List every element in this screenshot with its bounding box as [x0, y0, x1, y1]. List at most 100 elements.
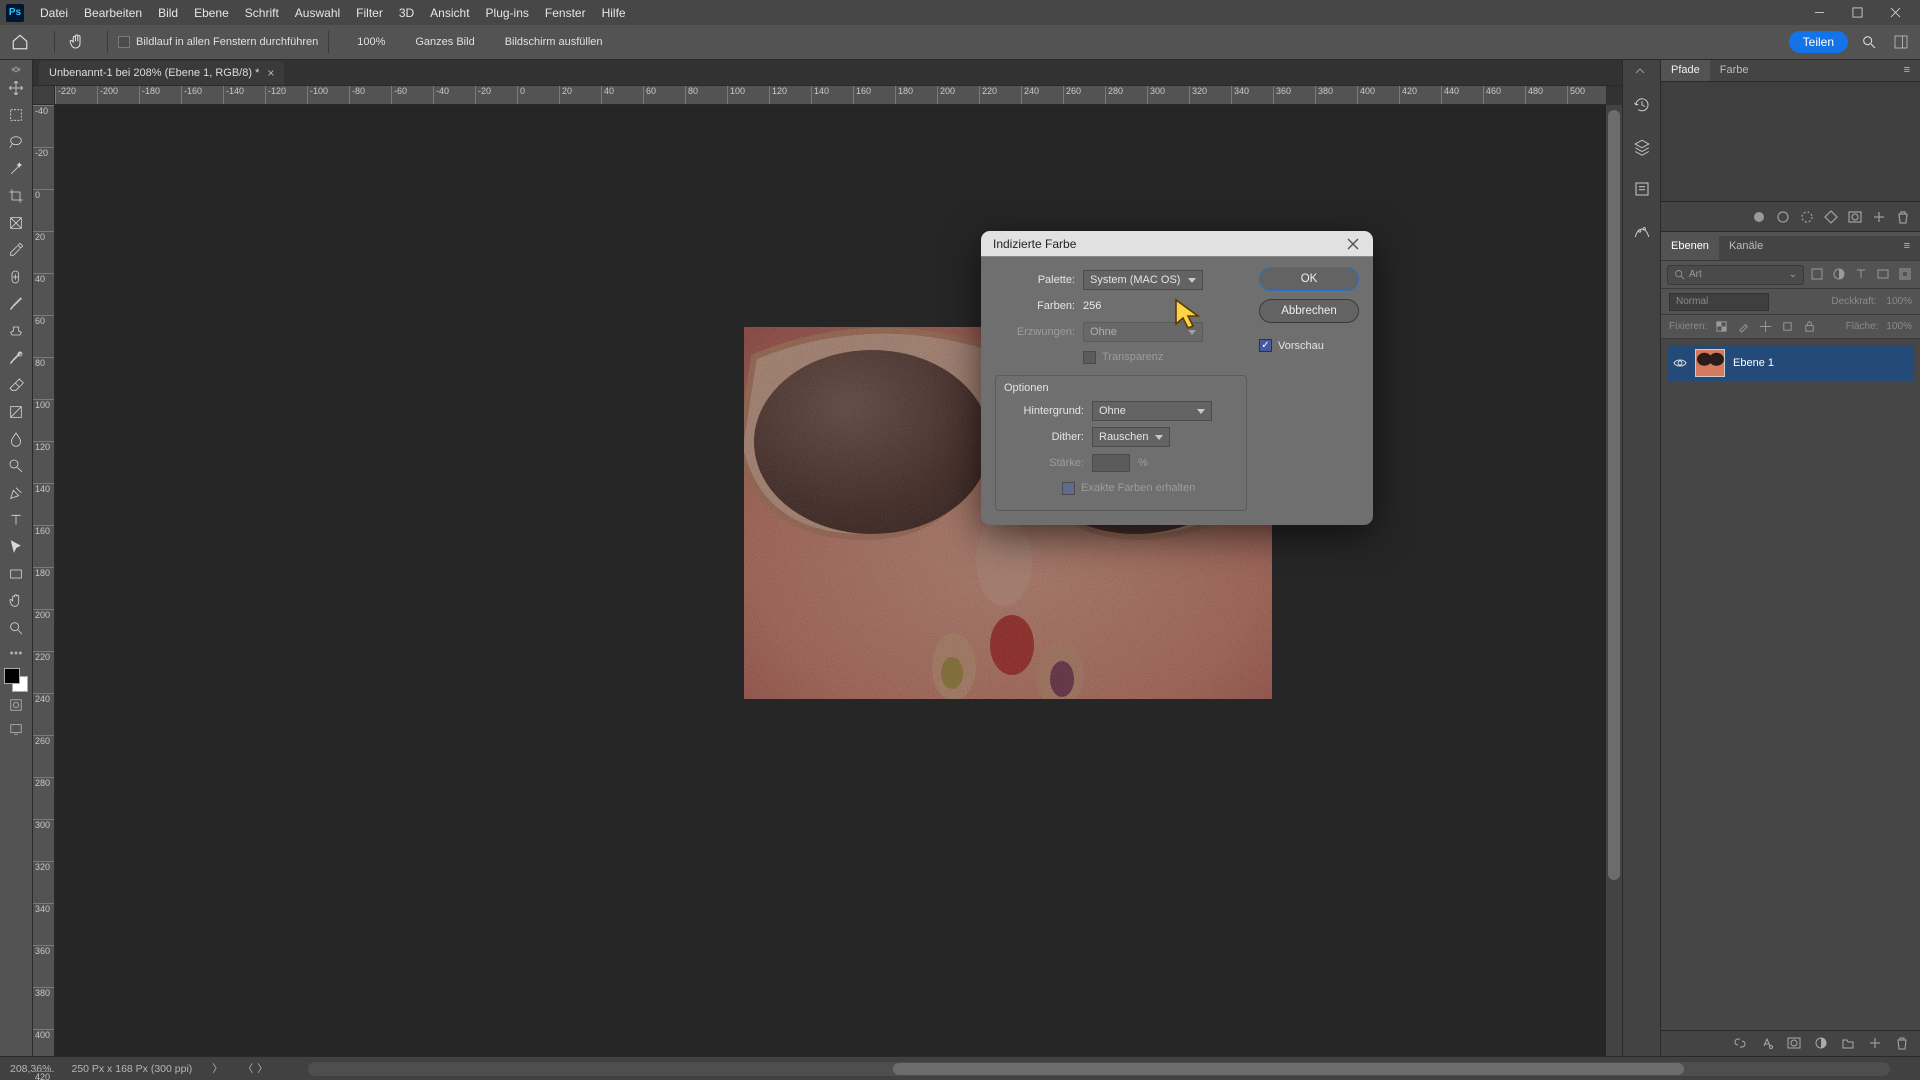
- history-panel-icon[interactable]: [1628, 91, 1656, 119]
- layers-panel-icon[interactable]: [1628, 133, 1656, 161]
- gradient-tool[interactable]: [4, 399, 29, 424]
- layer-row[interactable]: Ebene 1: [1667, 345, 1914, 381]
- magic-wand-tool[interactable]: [4, 156, 29, 181]
- scroll-all-windows-checkbox[interactable]: Bildlauf in allen Fenstern durchführen: [118, 36, 318, 48]
- properties-panel-icon[interactable]: [1628, 175, 1656, 203]
- stroke-path-icon[interactable]: [1776, 210, 1790, 224]
- crop-tool[interactable]: [4, 183, 29, 208]
- vertical-ruler[interactable]: -40-200204060801001201401601802002202402…: [33, 105, 55, 1056]
- chevron-right-icon[interactable]: 〉: [212, 1061, 223, 1076]
- cancel-button[interactable]: Abbrechen: [1259, 299, 1359, 323]
- filter-smart-icon[interactable]: [1898, 267, 1914, 283]
- lock-transparency-icon[interactable]: [1715, 320, 1729, 334]
- filter-shape-icon[interactable]: [1876, 267, 1892, 283]
- lock-position-icon[interactable]: [1759, 320, 1773, 334]
- path-selection-tool[interactable]: [4, 534, 29, 559]
- delete-layer-icon[interactable]: [1895, 1036, 1910, 1051]
- close-icon[interactable]: [1345, 236, 1361, 252]
- menu-item[interactable]: Filter: [348, 6, 391, 20]
- layer-name[interactable]: Ebene 1: [1733, 357, 1774, 369]
- search-icon[interactable]: [1858, 31, 1880, 53]
- type-tool[interactable]: [4, 507, 29, 532]
- fill-path-icon[interactable]: [1752, 210, 1766, 224]
- layer-visibility-icon[interactable]: [1673, 356, 1687, 370]
- share-button[interactable]: Teilen: [1789, 31, 1848, 53]
- workspace-icon[interactable]: [1890, 31, 1912, 53]
- menu-item[interactable]: Ebene: [186, 6, 237, 20]
- new-path-icon[interactable]: [1872, 210, 1886, 224]
- make-work-path-icon[interactable]: [1824, 210, 1838, 224]
- hand-tool[interactable]: [4, 588, 29, 613]
- healing-brush-tool[interactable]: [4, 264, 29, 289]
- prev-icon[interactable]: 〈: [243, 1061, 254, 1076]
- adjustment-layer-icon[interactable]: [1814, 1036, 1829, 1051]
- layer-style-icon[interactable]: [1760, 1036, 1775, 1051]
- vertical-scrollbar[interactable]: [1606, 105, 1622, 1056]
- home-icon[interactable]: [8, 30, 32, 54]
- blur-tool[interactable]: [4, 426, 29, 451]
- fill-screen-button[interactable]: Bildschirm ausfüllen: [493, 32, 615, 52]
- eraser-tool[interactable]: [4, 372, 29, 397]
- marquee-tool[interactable]: [4, 102, 29, 127]
- document-tab[interactable]: Unbenannt-1 bei 208% (Ebene 1, RGB/8) * …: [39, 61, 284, 85]
- delete-path-icon[interactable]: [1896, 210, 1910, 224]
- screen-mode-icon[interactable]: [4, 718, 29, 740]
- color-swatches[interactable]: [4, 668, 28, 692]
- dodge-tool[interactable]: [4, 453, 29, 478]
- tab-channels[interactable]: Kanäle: [1719, 236, 1773, 260]
- eyedropper-tool[interactable]: [4, 237, 29, 262]
- menu-item[interactable]: Hilfe: [594, 6, 634, 20]
- palette-dropdown[interactable]: System (MAC OS): [1083, 270, 1203, 290]
- lock-all-icon[interactable]: [1803, 320, 1817, 334]
- tab-color[interactable]: Farbe: [1710, 60, 1759, 81]
- zoom-tool[interactable]: [4, 615, 29, 640]
- toolbar-expand-icon[interactable]: [10, 64, 22, 71]
- next-icon[interactable]: 〉: [257, 1061, 268, 1076]
- status-doc-info[interactable]: 250 Px x 168 Px (300 ppi): [71, 1063, 192, 1075]
- tab-layers[interactable]: Ebenen: [1661, 236, 1719, 260]
- menu-item[interactable]: Schrift: [237, 6, 287, 20]
- zoom-100-button[interactable]: 100%: [345, 32, 397, 52]
- dither-dropdown[interactable]: Rauschen: [1092, 427, 1170, 447]
- ok-button[interactable]: OK: [1259, 267, 1359, 291]
- new-layer-icon[interactable]: [1868, 1036, 1883, 1051]
- frame-tool[interactable]: [4, 210, 29, 235]
- menu-item[interactable]: Auswahl: [287, 6, 348, 20]
- filter-adjust-icon[interactable]: [1832, 267, 1848, 283]
- quick-mask-icon[interactable]: [4, 694, 29, 716]
- move-tool[interactable]: [4, 75, 29, 100]
- hand-tool-icon[interactable]: [65, 30, 89, 54]
- fit-screen-button[interactable]: Ganzes Bild: [403, 32, 486, 52]
- rectangle-tool[interactable]: [4, 561, 29, 586]
- layer-thumbnail[interactable]: [1695, 349, 1725, 377]
- lock-pixels-icon[interactable]: [1737, 320, 1751, 334]
- dialog-titlebar[interactable]: Indizierte Farbe: [981, 231, 1373, 257]
- preview-checkbox[interactable]: ✓: [1259, 339, 1272, 352]
- menu-item[interactable]: Bearbeiten: [76, 6, 150, 20]
- layer-mask-icon[interactable]: [1787, 1036, 1802, 1051]
- adjustments-panel-icon[interactable]: [1628, 217, 1656, 245]
- matte-dropdown[interactable]: Ohne: [1092, 401, 1212, 421]
- canvas[interactable]: [55, 105, 1606, 1056]
- path-to-selection-icon[interactable]: [1800, 210, 1814, 224]
- panel-menu-icon[interactable]: ≡: [1894, 60, 1920, 81]
- lasso-tool[interactable]: [4, 129, 29, 154]
- menu-item[interactable]: Fenster: [537, 6, 594, 20]
- add-mask-icon[interactable]: [1848, 210, 1862, 224]
- history-brush-tool[interactable]: [4, 345, 29, 370]
- menu-item[interactable]: Datei: [32, 6, 76, 20]
- menu-item[interactable]: 3D: [391, 6, 422, 20]
- menu-item[interactable]: Bild: [150, 6, 186, 20]
- panel-menu-icon[interactable]: ≡: [1894, 236, 1920, 260]
- link-layers-icon[interactable]: [1733, 1036, 1748, 1051]
- collapse-toggle-icon[interactable]: [1634, 66, 1650, 73]
- clone-stamp-tool[interactable]: [4, 318, 29, 343]
- menu-item[interactable]: Plug-ins: [478, 6, 537, 20]
- brush-tool[interactable]: [4, 291, 29, 316]
- edit-toolbar-icon[interactable]: [4, 642, 29, 664]
- horizontal-ruler[interactable]: -220-200-180-160-140-120-100-80-60-40-20…: [55, 86, 1606, 105]
- close-tab-icon[interactable]: ×: [267, 66, 274, 80]
- group-layers-icon[interactable]: [1841, 1036, 1856, 1051]
- tab-paths[interactable]: Pfade: [1661, 60, 1710, 81]
- layer-filter-search[interactable]: Art ⌄: [1667, 265, 1804, 285]
